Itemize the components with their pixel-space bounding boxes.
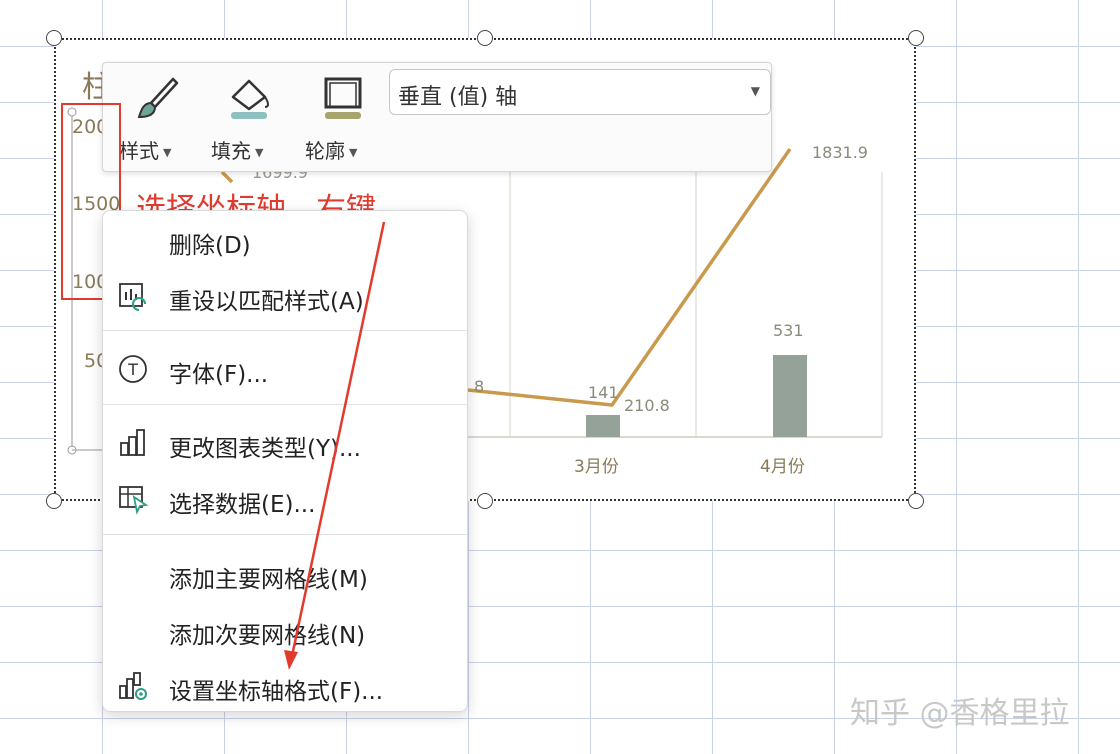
annotation-arrow bbox=[284, 221, 386, 670]
watermark: 知乎 @香格里拉 bbox=[850, 696, 1070, 731]
